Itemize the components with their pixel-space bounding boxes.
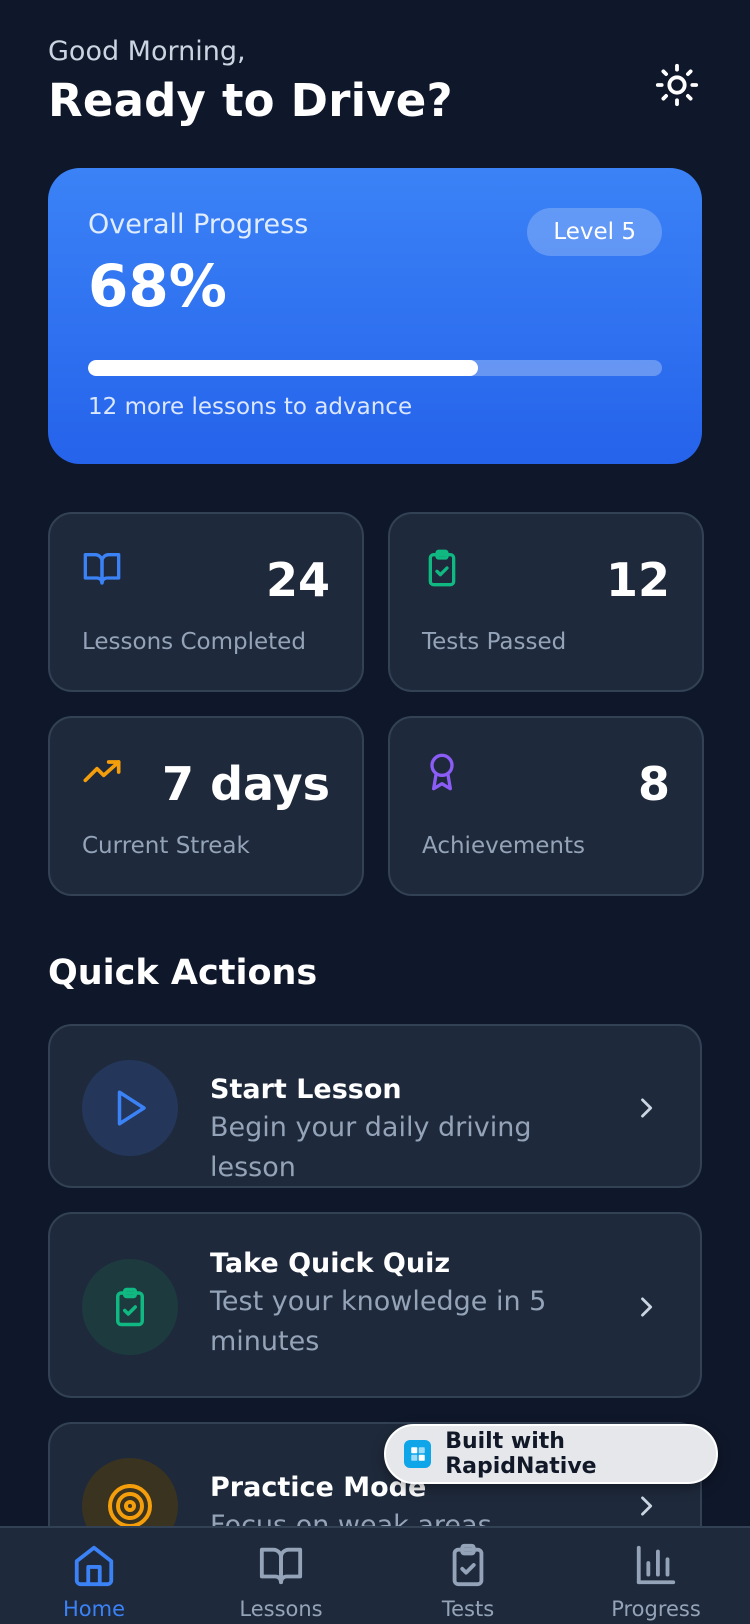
stat-label: Achievements bbox=[422, 833, 585, 859]
overall-progress-card[interactable]: Overall Progress 68% Level 5 12 more les… bbox=[48, 168, 702, 464]
progress-percent: 68% bbox=[88, 252, 227, 320]
book-icon bbox=[259, 1547, 303, 1585]
stat-value: 12 bbox=[605, 553, 670, 607]
action-icon-wrap bbox=[82, 1060, 178, 1156]
award-icon bbox=[430, 753, 454, 791]
home-screen: Good Morning, Ready to Drive? Overall Pr… bbox=[0, 0, 750, 1624]
header: Good Morning, Ready to Drive? bbox=[48, 34, 702, 134]
progress-bar-fill bbox=[88, 360, 479, 376]
stat-value: 24 bbox=[265, 553, 330, 607]
stat-card-achievements[interactable]: 8 Achievements bbox=[388, 716, 704, 896]
bottom-tab-bar: Home Lessons Tests Progress bbox=[0, 1526, 750, 1624]
rapidnative-logo-icon bbox=[404, 1440, 432, 1468]
tab-home[interactable]: Home bbox=[24, 1542, 164, 1624]
progress-subtext: 12 more lessons to advance bbox=[88, 394, 413, 420]
built-with-badge[interactable]: Built with RapidNative bbox=[384, 1424, 718, 1484]
level-badge: Level 5 bbox=[527, 208, 662, 256]
action-title: Take Quick Quiz bbox=[210, 1248, 451, 1279]
tab-label: Home bbox=[62, 1597, 125, 1621]
tab-label: Tests bbox=[441, 1597, 495, 1621]
stat-card-lessons[interactable]: 24 Lessons Completed bbox=[48, 512, 364, 692]
book-icon bbox=[83, 553, 121, 585]
sun-icon bbox=[655, 63, 699, 107]
tab-tests[interactable]: Tests bbox=[398, 1542, 538, 1624]
target-icon bbox=[108, 1484, 152, 1528]
chevron-right-icon bbox=[641, 1297, 653, 1317]
action-icon-wrap bbox=[82, 1259, 178, 1355]
home-icon bbox=[74, 1545, 114, 1587]
clipboard-check-icon bbox=[428, 549, 456, 587]
clipboard-check-icon bbox=[452, 1543, 484, 1587]
stat-label: Lessons Completed bbox=[82, 629, 306, 655]
stat-value: 8 bbox=[637, 757, 670, 811]
tab-progress[interactable]: Progress bbox=[586, 1542, 726, 1624]
stat-label: Current Streak bbox=[82, 833, 250, 859]
page-title: Ready to Drive? bbox=[48, 74, 453, 127]
play-icon bbox=[117, 1090, 146, 1126]
start-lesson-button[interactable]: Start Lesson Begin your daily driving le… bbox=[48, 1024, 702, 1188]
bar-chart-icon bbox=[636, 1545, 676, 1585]
take-quick-quiz-button[interactable]: Take Quick Quiz Test your knowledge in 5… bbox=[48, 1212, 702, 1398]
stat-card-streak[interactable]: 7 days Current Streak bbox=[48, 716, 364, 896]
chevron-right-icon bbox=[641, 1098, 653, 1118]
stat-value: 7 days bbox=[162, 757, 330, 811]
action-title: Start Lesson bbox=[210, 1074, 402, 1105]
stat-label: Tests Passed bbox=[422, 629, 567, 655]
tab-label: Progress bbox=[611, 1597, 701, 1621]
chevron-right-icon bbox=[641, 1496, 653, 1516]
theme-toggle-button[interactable] bbox=[652, 60, 702, 110]
tab-lessons[interactable]: Lessons bbox=[211, 1542, 351, 1624]
action-description: Test your knowledge in 5 minutes bbox=[210, 1286, 547, 1357]
trending-up-icon bbox=[83, 760, 121, 783]
clipboard-check-icon bbox=[116, 1287, 144, 1327]
action-description: Begin your daily driving lesson bbox=[210, 1112, 532, 1183]
quick-actions-title: Quick Actions bbox=[48, 953, 318, 993]
stat-card-tests[interactable]: 12 Tests Passed bbox=[388, 512, 704, 692]
progress-bar bbox=[88, 360, 662, 376]
tab-label: Lessons bbox=[239, 1597, 323, 1621]
greeting-text: Good Morning, bbox=[48, 36, 246, 67]
built-with-text: Built with RapidNative bbox=[445, 1429, 597, 1479]
